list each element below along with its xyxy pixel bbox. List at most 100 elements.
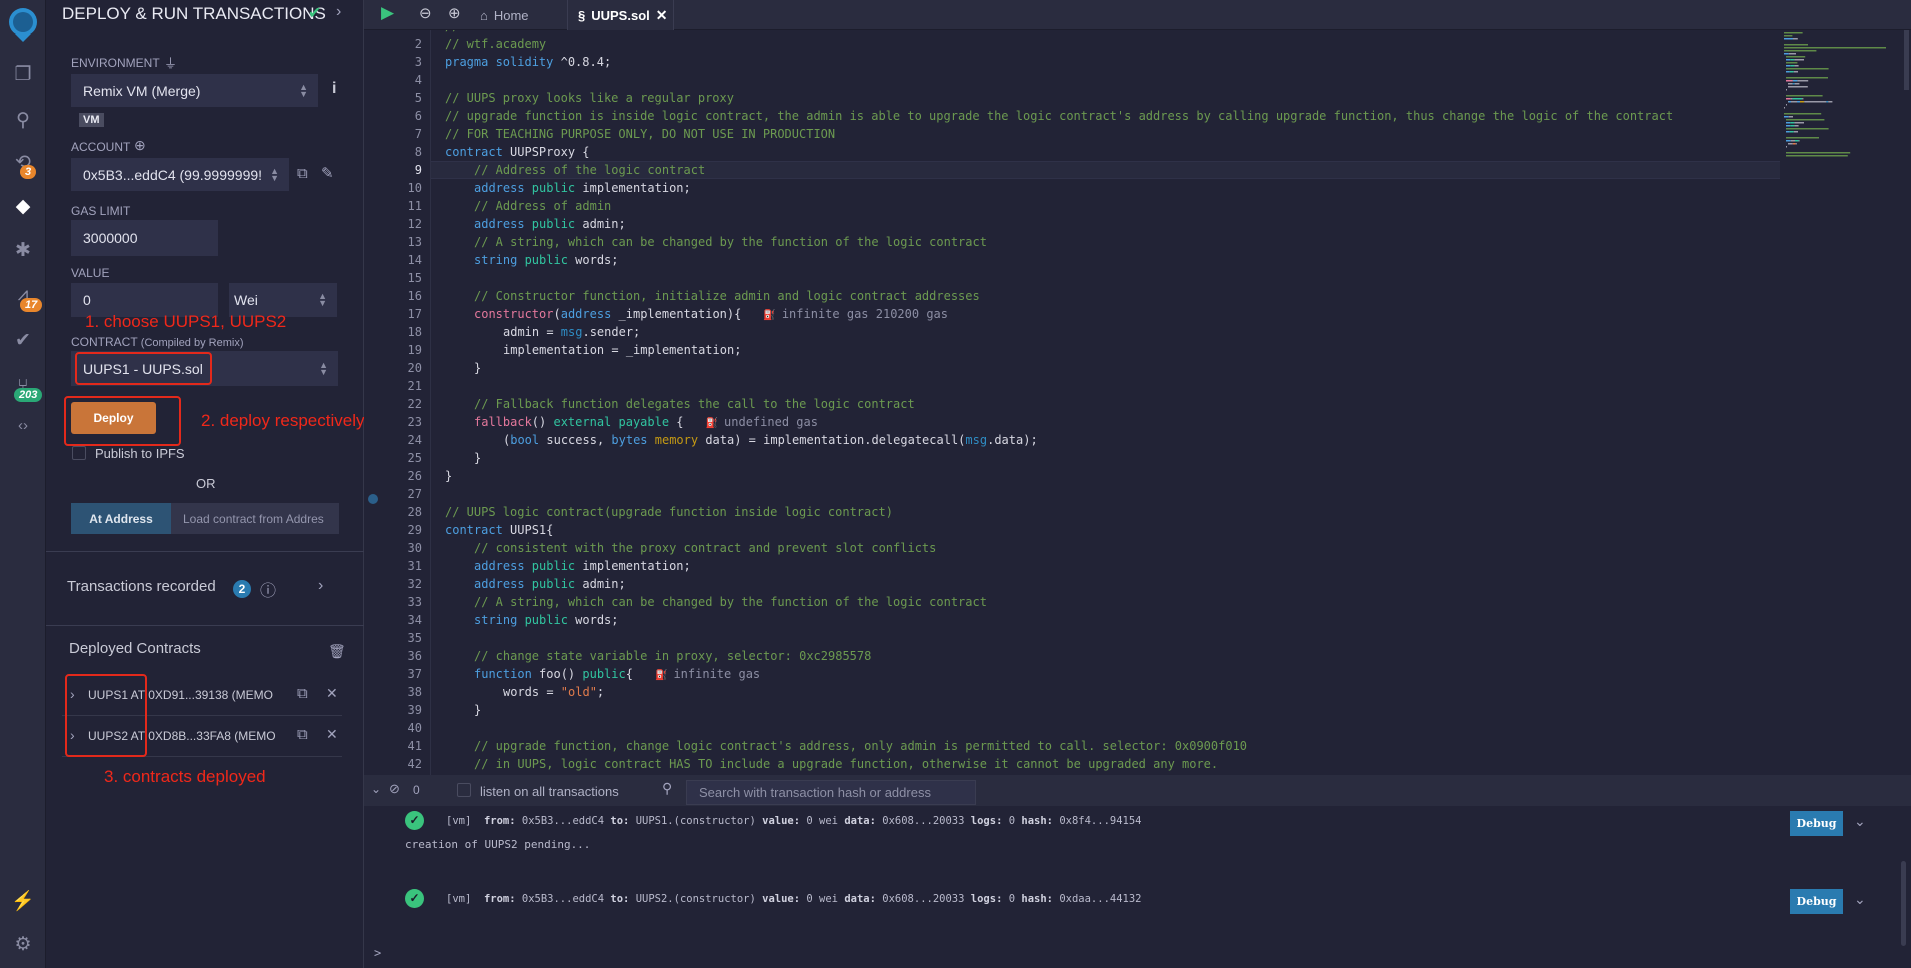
- code-line: function foo() public{infinite gas: [474, 665, 760, 683]
- minimap-mark: [1786, 65, 1791, 67]
- account-select[interactable]: 0x5B3...eddC4 (99.9999999! ▲ ▼: [71, 158, 289, 191]
- trash-icon[interactable]: 🗑: [328, 643, 346, 660]
- environment-select[interactable]: Remix VM (Merge) ▲ ▼: [71, 74, 318, 107]
- code-line: (bool success, bytes memory data) = impl…: [503, 431, 1038, 449]
- minimap-mark: [1793, 71, 1798, 73]
- minimap-mark: [1786, 56, 1806, 58]
- listen-checkbox[interactable]: [457, 783, 471, 797]
- minimap-mark: [1786, 131, 1790, 133]
- code-line: // Fallback function delegates the call …: [474, 395, 915, 413]
- minimap[interactable]: [1782, 30, 1904, 170]
- minimap-mark: [1791, 101, 1797, 103]
- git-icon[interactable]: ⑂ 203: [0, 376, 46, 402]
- terminal-toolbar: ⌄ ⊘ 0 listen on all transactions ⚲ Searc…: [364, 775, 1911, 806]
- info-icon[interactable]: i: [332, 80, 336, 98]
- code-token: .data);: [987, 433, 1038, 447]
- expand-chevron-icon[interactable]: ⌄: [1854, 891, 1866, 908]
- tab-home[interactable]: ⌂ Home: [480, 0, 529, 30]
- tab-uups-sol[interactable]: § UUPS.sol ✕: [567, 0, 674, 30]
- line-number: 11: [407, 199, 422, 213]
- pending-count: 0: [413, 783, 420, 797]
- zoom-in-icon[interactable]: ⊕: [448, 4, 461, 22]
- publish-ipfs-checkbox[interactable]: [72, 446, 86, 460]
- analysis-icon[interactable]: ⩘ 17: [0, 284, 46, 312]
- minimap-mark: [1788, 116, 1793, 118]
- add-account-icon[interactable]: ⊕: [134, 137, 146, 154]
- info-icon[interactable]: ⓘ: [260, 577, 276, 601]
- success-check-icon: ✓: [405, 811, 424, 830]
- code-token: address: [474, 559, 525, 573]
- collapse-terminal-icon[interactable]: ⌄: [371, 782, 381, 796]
- terminal-scrollbar[interactable]: [1901, 861, 1906, 946]
- code-token: words;: [567, 253, 619, 267]
- expand-chevron-icon[interactable]: ⌄: [1854, 813, 1866, 830]
- log-entry[interactable]: [vm] from: 0x5B3...eddC4 to: UUPS2.(cons…: [446, 893, 1142, 905]
- breakpoint-marker[interactable]: [368, 494, 378, 504]
- edit-icon[interactable]: ✎: [321, 164, 334, 182]
- zoom-out-icon[interactable]: ⊖: [419, 4, 432, 22]
- settings-gear-icon[interactable]: ⚙: [0, 933, 46, 956]
- code-editor[interactable]: 1// SPDX-License-Identifier: MIT2// wtf.…: [364, 30, 1780, 775]
- load-contract-input[interactable]: Load contract from Addres: [171, 503, 339, 534]
- log-field-label: from:: [483, 893, 522, 905]
- plugin-manager-icon[interactable]: ⚡: [0, 889, 46, 913]
- success-check-icon: ✓: [405, 889, 424, 908]
- search-icon[interactable]: ⚲: [0, 109, 46, 132]
- line-number: 9: [414, 163, 422, 177]
- transactions-count-badge: 2: [233, 580, 251, 598]
- deploy-run-icon[interactable]: ◆: [0, 195, 46, 218]
- chevron-right-icon[interactable]: ›: [318, 577, 323, 595]
- log-field-label: hash:: [1021, 815, 1060, 827]
- close-icon[interactable]: ✕: [326, 726, 338, 743]
- debug-button[interactable]: Debug: [1790, 889, 1843, 914]
- close-icon[interactable]: ✕: [326, 685, 338, 702]
- code-line: // FOR TEACHING PURPOSE ONLY, DO NOT USE…: [445, 125, 835, 143]
- transaction-search-input[interactable]: Search with transaction hash or address: [686, 780, 976, 805]
- code-line: // wtf.academy: [445, 35, 546, 53]
- testing-icon[interactable]: ✔: [0, 329, 46, 352]
- chevron-right-icon[interactable]: ›: [336, 3, 341, 21]
- code-token: string: [474, 613, 518, 627]
- line-number: 35: [407, 631, 422, 645]
- code-token: pragma solidity: [445, 55, 554, 69]
- code-token: // change state variable in proxy, selec…: [474, 649, 872, 663]
- copy-icon[interactable]: ⧉: [297, 726, 308, 743]
- select-arrows-icon: ▲ ▼: [299, 81, 308, 99]
- remix-logo-icon[interactable]: [0, 4, 46, 50]
- line-number: 10: [407, 181, 422, 195]
- environment-label: ENVIRONMENT: [71, 56, 160, 70]
- contract-label-text: CONTRACT: [71, 335, 138, 349]
- terminal-prompt[interactable]: >: [374, 946, 381, 960]
- log-entry[interactable]: [vm] from: 0x5B3...eddC4 to: UUPS1.(cons…: [446, 815, 1142, 827]
- minimap-mark: [1793, 131, 1798, 133]
- clear-console-icon[interactable]: ⊘: [389, 781, 400, 797]
- run-play-icon[interactable]: ▶: [381, 3, 394, 23]
- line-number: 30: [407, 541, 422, 555]
- code-token: UUPS1{: [502, 523, 554, 537]
- minimap-mark: [1784, 113, 1822, 115]
- file-explorer-icon[interactable]: ❐: [0, 63, 46, 86]
- debug-button[interactable]: Debug: [1790, 811, 1843, 836]
- debugger-icon[interactable]: ✱: [0, 239, 46, 262]
- vm-badge: VM: [79, 113, 104, 127]
- minimap-mark: [1786, 77, 1828, 79]
- gas-limit-input[interactable]: 3000000: [71, 220, 218, 256]
- copy-icon[interactable]: ⧉: [297, 165, 308, 182]
- solidity-compiler-icon[interactable]: ⟲ 3: [0, 151, 46, 179]
- value-label: VALUE: [71, 266, 110, 280]
- close-tab-icon[interactable]: ✕: [656, 7, 668, 24]
- minimap-mark: [1784, 116, 1789, 118]
- minimap-mark: [1786, 59, 1791, 61]
- code-token: // upgrade function is inside logic cont…: [445, 109, 1674, 123]
- code-token: (: [553, 307, 561, 321]
- line-number: 8: [414, 145, 422, 159]
- line-number: 26: [407, 469, 422, 483]
- minimap-mark: [1792, 83, 1795, 85]
- copy-icon[interactable]: ⧉: [297, 685, 308, 702]
- log-field-value: 0x608...20033: [882, 893, 971, 905]
- code-token: // A string, which can be changed by the…: [474, 595, 987, 609]
- code-icon[interactable]: ‹›: [0, 417, 46, 434]
- at-address-button[interactable]: At Address: [71, 503, 171, 534]
- minimap-mark: [1786, 71, 1790, 73]
- editor-scrollbar[interactable]: [1904, 30, 1909, 90]
